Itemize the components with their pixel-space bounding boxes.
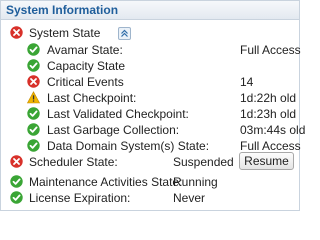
- license-expiration-row: License Expiration: Never: [10, 190, 235, 206]
- ok-icon: [27, 123, 40, 136]
- ok-icon: [27, 139, 40, 152]
- item-label: Data Domain System(s) State:: [47, 139, 210, 153]
- scheduler-state-label: Scheduler State:: [29, 155, 118, 169]
- list-item: Last Validated Checkpoint: 1d:23h old: [27, 106, 296, 122]
- list-item: Capacity State: [27, 58, 292, 74]
- item-label: Last Validated Checkpoint:: [47, 107, 189, 121]
- list-item: Last Garbage Collection: 03m:44s old: [27, 122, 305, 138]
- panel-title: System Information: [1, 1, 299, 20]
- ok-icon: [27, 43, 40, 56]
- system-state-label: System State: [29, 26, 101, 40]
- item-value: 14: [240, 75, 254, 89]
- list-item: Avamar State: Full Access: [27, 42, 301, 58]
- ok-icon: [10, 191, 23, 204]
- maintenance-state-label: Maintenance Activities State:: [29, 175, 183, 189]
- resume-button[interactable]: Resume: [239, 152, 294, 170]
- ok-icon: [27, 107, 40, 120]
- license-expiration-value: Never: [173, 191, 206, 205]
- license-expiration-label: License Expiration:: [29, 191, 131, 205]
- item-label: Capacity State: [47, 59, 126, 73]
- error-icon: [27, 75, 40, 88]
- maintenance-state-value: Running: [173, 175, 218, 189]
- item-value: 03m:44s old: [240, 123, 306, 137]
- ok-icon: [27, 59, 40, 72]
- item-label: Last Garbage Collection:: [47, 123, 180, 137]
- collapse-up-icon[interactable]: [118, 27, 131, 40]
- item-label: Last Checkpoint:: [47, 91, 137, 105]
- item-label: Critical Events: [47, 75, 124, 89]
- scheduler-state-value: Suspended: [173, 155, 234, 169]
- list-item: Critical Events 14: [27, 74, 292, 90]
- item-value: 1d:22h old: [240, 91, 297, 105]
- system-state-row: System State: [10, 25, 130, 41]
- scheduler-state-row: Scheduler State: Suspended: [10, 154, 235, 170]
- list-item: Last Checkpoint: 1d:22h old: [27, 90, 296, 106]
- maintenance-state-row: Maintenance Activities State: Running: [10, 174, 235, 190]
- error-icon: [10, 155, 23, 168]
- ok-icon: [10, 175, 23, 188]
- error-icon: [10, 26, 23, 39]
- item-value: Full Access: [240, 43, 301, 57]
- item-label: Avamar State:: [47, 43, 123, 57]
- warning-icon: [27, 91, 40, 104]
- item-value: 1d:23h old: [240, 107, 297, 121]
